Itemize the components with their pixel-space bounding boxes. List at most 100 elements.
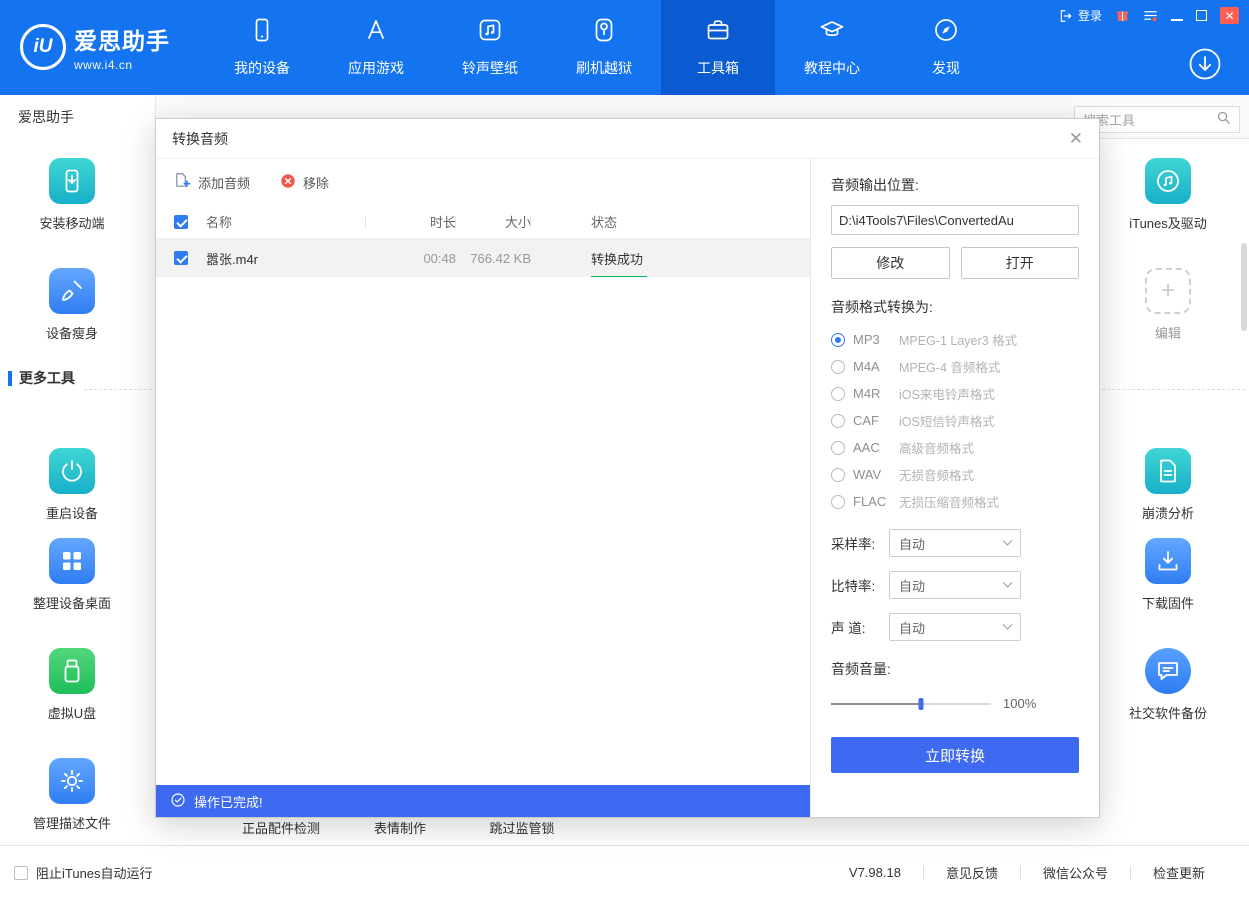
check-update-link[interactable]: 检查更新 — [1153, 863, 1205, 882]
nav-discover[interactable]: 发现 — [889, 0, 1003, 95]
format-list: MP3 MPEG-1 Layer3 格式 M4A MPEG-4 音频格式 M4R… — [831, 326, 1079, 515]
table-row[interactable]: 嚣张.m4r 00:48 766.42 KB 转换成功 — [156, 239, 810, 277]
tool-emoji-maker[interactable]: 表情制作 — [340, 818, 460, 837]
nav-label: 刷机越狱 — [576, 58, 632, 78]
tool-genuine-accessory-check[interactable]: 正品配件检测 — [221, 818, 341, 837]
chat-bubble-icon — [1145, 648, 1191, 694]
close-button[interactable]: ✕ — [1220, 7, 1239, 24]
radio-icon[interactable] — [831, 360, 845, 374]
download-manager-icon[interactable] — [1187, 46, 1223, 82]
app-logo[interactable]: iU 爱思助手 www.i4.cn — [20, 22, 170, 72]
minimize-button[interactable] — [1171, 11, 1183, 21]
block-itunes-checkbox[interactable] — [14, 866, 28, 880]
dialog-close-icon[interactable]: ✕ — [1069, 130, 1083, 147]
tool-edit[interactable]: + 编辑 — [1110, 268, 1226, 342]
format-option-aac[interactable]: AAC 高级音频格式 — [831, 434, 1079, 461]
table-header: 名称 时长 大小 状态 — [156, 205, 810, 239]
convert-audio-dialog: 转换音频 ✕ 添加音频 移除 — [155, 118, 1100, 818]
output-path-input[interactable]: D:\i4Tools7\Files\ConvertedAu — [831, 205, 1079, 235]
status-footer: 阻止iTunes自动运行 V7.98.18 意见反馈 微信公众号 检查更新 — [0, 845, 1249, 899]
radio-icon[interactable] — [831, 495, 845, 509]
nav-my-devices[interactable]: 我的设备 — [205, 0, 319, 95]
footer-divider — [1020, 866, 1021, 879]
wechat-link[interactable]: 微信公众号 — [1043, 863, 1108, 882]
tool-install-mobile[interactable]: 安装移动端 — [14, 158, 130, 232]
radio-icon[interactable] — [831, 468, 845, 482]
window-controls: 登录 ✕ — [1059, 7, 1239, 24]
dialog-titlebar: 转换音频 ✕ — [156, 119, 1099, 159]
footer-divider — [1130, 866, 1131, 879]
col-status[interactable]: 状态 — [531, 212, 810, 231]
gift-icon[interactable] — [1115, 8, 1130, 23]
format-option-wav[interactable]: WAV 无损音频格式 — [831, 461, 1079, 488]
broom-icon — [49, 268, 95, 314]
nav-flash-jailbreak[interactable]: 刷机越狱 — [547, 0, 661, 95]
block-itunes-label: 阻止iTunes自动运行 — [36, 863, 153, 882]
channel-select[interactable]: 自动 — [889, 613, 1021, 641]
login-label: 登录 — [1078, 7, 1102, 24]
maximize-button[interactable] — [1196, 10, 1207, 21]
slider-handle[interactable] — [918, 698, 923, 710]
add-audio-button[interactable]: 添加音频 — [174, 172, 250, 192]
nav-label: 教程中心 — [804, 58, 860, 78]
block-itunes-option[interactable]: 阻止iTunes自动运行 — [14, 863, 153, 882]
bit-rate-select[interactable]: 自动 — [889, 571, 1021, 599]
plus-icon: + — [1145, 268, 1191, 314]
tool-download-firmware[interactable]: 下载固件 — [1110, 538, 1226, 612]
tool-itunes-driver[interactable]: iTunes及驱动 — [1110, 158, 1226, 232]
search-icon[interactable] — [1216, 110, 1231, 130]
convert-now-button[interactable]: 立即转换 — [831, 737, 1079, 773]
tool-crash-analysis[interactable]: 崩溃分析 — [1110, 448, 1226, 522]
gear-icon — [49, 758, 95, 804]
radio-icon[interactable] — [831, 387, 845, 401]
scrollbar-thumb[interactable] — [1241, 243, 1247, 331]
format-option-flac[interactable]: FLAC 无损压缩音频格式 — [831, 488, 1079, 515]
radio-icon[interactable] — [831, 333, 845, 347]
channel-row: 声 道: 自动 — [831, 613, 1079, 641]
logo-url: www.i4.cn — [74, 58, 170, 72]
tool-virtual-usb[interactable]: 虚拟U盘 — [14, 648, 130, 722]
format-option-caf[interactable]: CAF iOS短信铃声格式 — [831, 407, 1079, 434]
logo-icon: iU — [20, 24, 66, 70]
tool-manage-profiles[interactable]: 管理描述文件 — [14, 758, 130, 832]
format-option-m4a[interactable]: M4A MPEG-4 音频格式 — [831, 353, 1079, 380]
tool-skip-mdm-lock[interactable]: 跳过监管锁 — [462, 818, 582, 837]
format-option-m4r[interactable]: M4R iOS来电铃声格式 — [831, 380, 1079, 407]
row-checkbox[interactable] — [174, 251, 188, 265]
col-name[interactable]: 名称 — [206, 212, 366, 231]
format-option-mp3[interactable]: MP3 MPEG-1 Layer3 格式 — [831, 326, 1079, 353]
chevron-down-icon — [1003, 535, 1013, 545]
feedback-link[interactable]: 意见反馈 — [946, 863, 998, 882]
remove-button[interactable]: 移除 — [280, 173, 329, 192]
open-button[interactable]: 打开 — [961, 247, 1080, 279]
list-empty-area — [156, 277, 810, 785]
modify-button[interactable]: 修改 — [831, 247, 950, 279]
usb-drive-icon — [49, 648, 95, 694]
nav-ringtones-wallpapers[interactable]: 铃声壁纸 — [433, 0, 547, 95]
col-size[interactable]: 大小 — [456, 212, 531, 231]
login-button[interactable]: 登录 — [1059, 7, 1102, 24]
sample-rate-select[interactable]: 自动 — [889, 529, 1021, 557]
main-nav: 我的设备 应用游戏 铃声壁纸 刷机越狱 — [205, 0, 1003, 95]
app-window: iU 爱思助手 www.i4.cn 我的设备 应用游戏 — [0, 0, 1249, 899]
tool-device-slim[interactable]: 设备瘦身 — [14, 268, 130, 342]
power-icon — [49, 448, 95, 494]
nav-toolbox[interactable]: 工具箱 — [661, 0, 775, 95]
col-duration[interactable]: 时长 — [366, 212, 456, 231]
tool-organize-desktop[interactable]: 整理设备桌面 — [14, 538, 130, 612]
tool-social-backup[interactable]: 社交软件备份 — [1110, 648, 1226, 722]
message-list-icon[interactable] — [1143, 8, 1158, 23]
format-label: 音频格式转换为: — [831, 297, 1079, 317]
tool-restart-device[interactable]: 重启设备 — [14, 448, 130, 522]
radio-icon[interactable] — [831, 441, 845, 455]
slider-fill — [831, 703, 921, 705]
radio-icon[interactable] — [831, 414, 845, 428]
tab-aisi-assistant[interactable]: 爱思助手 — [0, 95, 156, 139]
volume-slider[interactable] — [831, 698, 991, 710]
select-all-checkbox[interactable] — [174, 215, 188, 229]
nav-tutorials[interactable]: 教程中心 — [775, 0, 889, 95]
list-toolbar: 添加音频 移除 — [156, 159, 810, 205]
graduation-cap-icon — [819, 17, 845, 48]
status-message: 操作已完成! — [194, 792, 263, 811]
nav-apps-games[interactable]: 应用游戏 — [319, 0, 433, 95]
